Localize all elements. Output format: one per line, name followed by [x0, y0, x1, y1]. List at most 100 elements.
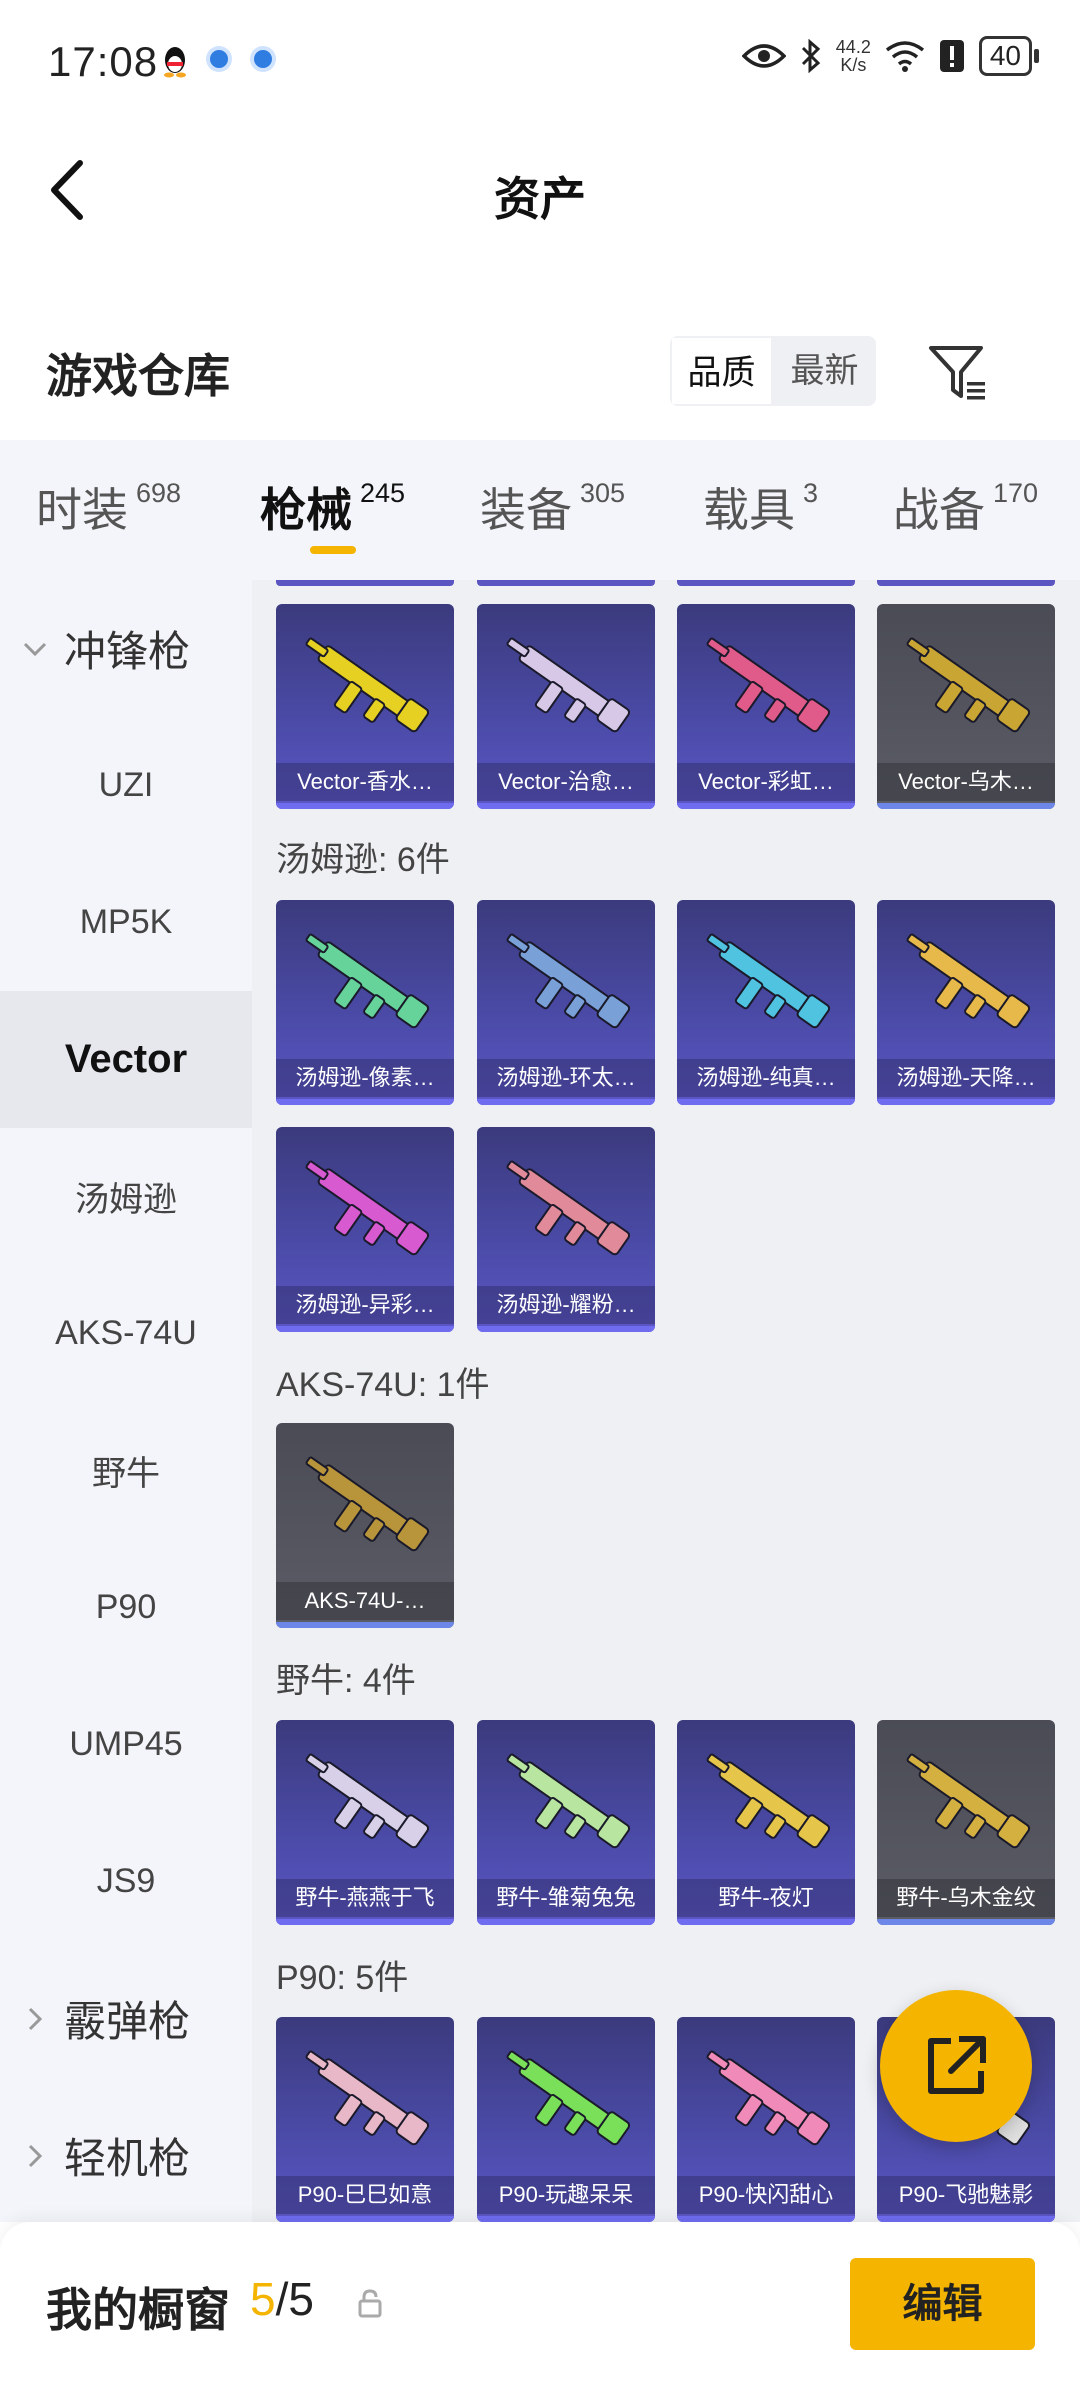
showcase-bar: 我的橱窗 5/5 编辑	[0, 2222, 1080, 2382]
tab-count: 3	[803, 478, 819, 508]
status-bar: 17:08 44.2 K/s 40	[0, 0, 1080, 125]
weapon-card[interactable]: 野牛-燕燕于飞	[276, 1720, 454, 1925]
sidebar-item-bizon[interactable]: 野牛	[0, 1402, 252, 1539]
chevron-right-icon	[28, 2144, 43, 2167]
sidebar-item-js9[interactable]: JS9	[0, 1813, 252, 1950]
weapon-card[interactable]: 野牛-夜灯	[677, 1720, 855, 1925]
weapon-grid: Vector-香水… Vector-治愈… Vector-彩虹… Vector-…	[252, 580, 1080, 2222]
weapon-image-icon	[305, 2050, 430, 2146]
weapon-card-name: 汤姆逊-纯真…	[677, 1059, 855, 1097]
sidebar-item-thompson[interactable]: 汤姆逊	[0, 1128, 252, 1265]
eye-icon	[741, 44, 786, 68]
sort-newest-option[interactable]: 最新	[773, 336, 876, 406]
weapon-card[interactable]: P90-快闪甜心	[677, 2017, 855, 2222]
chevron-right-icon	[28, 2007, 43, 2030]
browser-icon-2	[250, 46, 276, 72]
tab-fashion[interactable]: 时装 698	[36, 474, 181, 540]
sidebar-group-smg[interactable]: 冲锋枪	[0, 580, 252, 717]
tab-count: 245	[360, 478, 406, 508]
warehouse-title: 游戏仓库	[46, 350, 230, 402]
weapon-image-icon	[506, 2050, 631, 2146]
quality-bar	[276, 1099, 454, 1105]
weapon-card-name: 野牛-乌木金纹	[877, 1879, 1055, 1917]
weapon-card[interactable]: 汤姆逊-像素…	[276, 900, 454, 1105]
weapon-card[interactable]: P90-玩趣呆呆	[477, 2017, 655, 2222]
sidebar-item-ump45[interactable]: UMP45	[0, 1676, 252, 1813]
weapon-image-icon	[506, 1160, 631, 1256]
qq-icon	[164, 47, 186, 78]
sidebar-group-label: 霰弹枪	[64, 1998, 191, 2045]
quality-bar	[477, 803, 655, 809]
section-label-bizon: 野牛: 4件	[276, 1662, 416, 1700]
sidebar-item-aks74u[interactable]: AKS-74U	[0, 1265, 252, 1402]
tab-count: 305	[580, 478, 626, 508]
quality-bar	[477, 1099, 655, 1105]
weapon-image-icon	[706, 2050, 831, 2146]
weapon-image-icon	[506, 933, 631, 1029]
weapon-card[interactable]: Vector-彩虹…	[677, 604, 855, 809]
quality-bar	[276, 803, 454, 809]
weapon-card[interactable]: 汤姆逊-纯真…	[677, 900, 855, 1105]
tab-label: 战备	[893, 484, 985, 536]
filter-icon[interactable]	[925, 340, 991, 406]
sidebar-group-lmg[interactable]: 轻机枪	[0, 2087, 252, 2222]
weapon-card-name: 汤姆逊-像素…	[276, 1059, 454, 1097]
weapon-card[interactable]: 汤姆逊-环太…	[477, 900, 655, 1105]
share-fab-button[interactable]	[880, 1990, 1032, 2142]
weapon-card-name: 汤姆逊-耀粉…	[477, 1286, 655, 1324]
sidebar-group-label: 轻机枪	[64, 2135, 191, 2182]
card-edge	[677, 580, 855, 586]
speed-value: 44.2	[835, 37, 871, 57]
weapon-card[interactable]: Vector-香水…	[276, 604, 454, 809]
quality-bar	[877, 1099, 1055, 1105]
tab-label: 装备	[480, 484, 572, 536]
weapon-card[interactable]: 汤姆逊-耀粉…	[477, 1127, 655, 1332]
showcase-separator: /	[275, 2273, 289, 2325]
browser-icon	[206, 46, 232, 72]
sidebar-item-vector[interactable]: Vector	[0, 991, 252, 1128]
weapon-card[interactable]: AKS-74U-…	[276, 1423, 454, 1628]
sidebar-group-label: 冲锋枪	[64, 628, 191, 675]
weapon-card[interactable]: 野牛-乌木金纹	[877, 1720, 1055, 1925]
tab-equipment[interactable]: 装备 305	[480, 474, 625, 540]
app-header: 资产	[0, 125, 1080, 250]
weapon-image-icon	[906, 933, 1031, 1029]
weapon-card-name: Vector-乌木…	[877, 763, 1055, 801]
sidebar-group-shotgun[interactable]: 霰弹枪	[0, 1950, 252, 2087]
tab-firearms[interactable]: 枪械 245	[260, 474, 405, 540]
weapon-image-icon	[906, 1753, 1031, 1849]
weapon-card-name: P90-飞驰魅影	[877, 2176, 1055, 2214]
weapon-card[interactable]: 汤姆逊-异彩…	[276, 1127, 454, 1332]
quality-bar	[276, 1622, 454, 1628]
weapon-image-icon	[706, 1753, 831, 1849]
weapon-image-icon	[906, 637, 1031, 733]
notification-icons	[160, 44, 278, 78]
quality-bar	[677, 1099, 855, 1105]
lock-icon	[358, 2289, 382, 2318]
weapon-card-name: P90-玩趣呆呆	[477, 2176, 655, 2214]
weapon-image-icon	[305, 1456, 430, 1552]
quality-bar	[877, 1919, 1055, 1925]
edit-button[interactable]: 编辑	[850, 2258, 1035, 2350]
sidebar-item-uzi[interactable]: UZI	[0, 717, 252, 854]
sidebar-item-p90[interactable]: P90	[0, 1539, 252, 1676]
quality-bar	[477, 1326, 655, 1332]
tab-vehicles[interactable]: 载具 3	[703, 474, 818, 540]
weapon-image-icon	[305, 637, 430, 733]
card-edge	[877, 580, 1055, 586]
showcase-total: 5	[288, 2273, 314, 2325]
sidebar-item-mp5k[interactable]: MP5K	[0, 854, 252, 991]
weapon-image-icon	[706, 933, 831, 1029]
quality-bar	[276, 1326, 454, 1332]
tab-label: 枪械	[260, 484, 352, 536]
tab-count: 698	[136, 478, 182, 508]
tab-combat-gear[interactable]: 战备 170	[893, 474, 1038, 540]
weapon-card[interactable]: Vector-乌木…	[877, 604, 1055, 809]
section-label-thompson: 汤姆逊: 6件	[276, 841, 450, 879]
weapon-card[interactable]: 汤姆逊-天降…	[877, 900, 1055, 1105]
weapon-card[interactable]: Vector-治愈…	[477, 604, 655, 809]
weapon-card[interactable]: 野牛-雏菊兔兔	[477, 1720, 655, 1925]
weapon-card-name: AKS-74U-…	[276, 1582, 454, 1620]
sort-quality-option[interactable]: 品质	[670, 336, 773, 406]
weapon-card[interactable]: P90-巳巳如意	[276, 2017, 454, 2222]
